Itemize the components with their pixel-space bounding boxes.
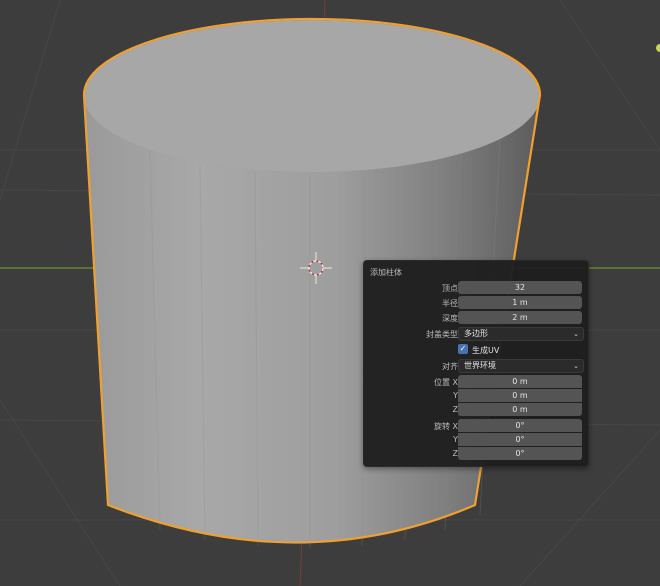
cylinder-top-cap[interactable] [84,20,540,172]
light-gizmo-icon [656,44,660,52]
align-row: 对齐 世界环境 ⌄ [364,359,588,373]
location-z-field[interactable]: 0 m [458,403,582,416]
vertices-field[interactable]: 32 [458,281,582,294]
align-value: 世界环境 [464,361,496,370]
generate-uvs-row: ✓ 生成UV [364,343,588,357]
rotation-x-row: 旋转 X 0° [364,419,588,433]
location-x-field[interactable]: 0 m [458,375,582,388]
rotation-x-field[interactable]: 0° [458,419,582,432]
chevron-down-icon: ⌄ [573,362,579,370]
add-cylinder-panel: 添加柱体 顶点 32 半径 1 m 深度 2 m 封盖类型 多边形 ⌄ ✓ 生成… [363,260,589,467]
vertices-row: 顶点 32 [364,281,588,295]
generate-uvs-checkbox[interactable]: ✓ [458,344,468,354]
location-y-field[interactable]: 0 m [458,389,582,402]
depth-field[interactable]: 2 m [458,311,582,324]
radius-field[interactable]: 1 m [458,296,582,309]
depth-row: 深度 2 m [364,311,588,325]
panel-title[interactable]: 添加柱体 [370,267,402,278]
rotation-x-label: 旋转 X [433,422,458,431]
depth-label: 深度 [442,314,458,323]
location-x-row: 位置 X 0 m [364,375,588,389]
radius-row: 半径 1 m [364,296,588,310]
location-y-row: Y 0 m [364,389,588,403]
cap-fill-type-value: 多边形 [464,329,488,338]
rotation-y-row: Y 0° [364,433,588,447]
vertices-label: 顶点 [442,284,458,293]
cap-fill-type-dropdown[interactable]: 多边形 ⌄ [458,327,584,341]
location-x-label: 位置 X [433,378,458,387]
location-z-row: Z 0 m [364,403,588,417]
align-dropdown[interactable]: 世界环境 ⌄ [458,359,584,373]
cap-fill-type-label: 封盖类型 [426,330,458,339]
rotation-z-field[interactable]: 0° [458,447,582,460]
chevron-down-icon: ⌄ [573,330,579,338]
rotation-z-row: Z 0° [364,447,588,461]
align-label: 对齐 [442,362,458,371]
cap-fill-type-row: 封盖类型 多边形 ⌄ [364,327,588,341]
rotation-y-field[interactable]: 0° [458,433,582,446]
generate-uvs-label[interactable]: 生成UV [472,345,499,356]
radius-label: 半径 [442,299,458,308]
